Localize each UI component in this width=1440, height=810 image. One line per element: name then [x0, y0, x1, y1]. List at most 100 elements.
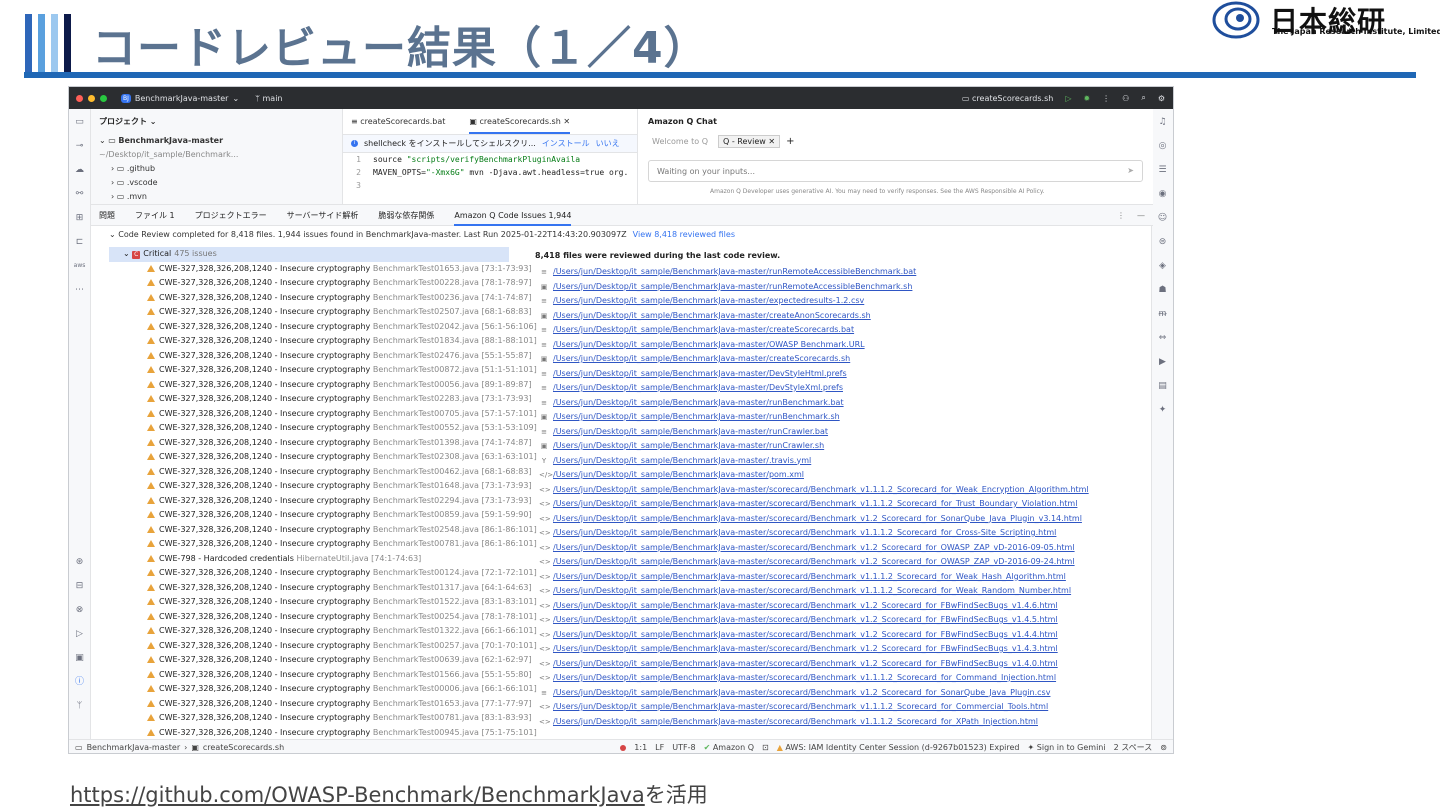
run-tool-icon[interactable]: ▷ — [74, 629, 86, 639]
file-path-link[interactable]: /Users/jun/Desktop/it_sample/BenchmarkJa… — [553, 265, 916, 280]
zoom-window-button[interactable] — [100, 94, 107, 102]
cloud-icon[interactable]: ☁ — [74, 165, 86, 175]
chat-tab-welcome[interactable]: Welcome to Q — [648, 136, 712, 147]
issue-row[interactable]: CWE-327,328,326,208,1240 - Insecure cryp… — [109, 349, 539, 364]
critical-group[interactable]: ⌄ C Critical 475 issues — [109, 247, 509, 262]
file-path-link[interactable]: /Users/jun/Desktop/it_sample/BenchmarkJa… — [553, 367, 847, 382]
run-icon[interactable]: ▷ — [1065, 94, 1071, 103]
problems-icon[interactable]: ⓘ — [74, 677, 86, 687]
collapse-icon[interactable]: ⌄ — [109, 230, 118, 239]
file-row[interactable]: <>/Users/jun/Desktop/it_sample/Benchmark… — [535, 570, 1149, 585]
file-row[interactable]: <>/Users/jun/Desktop/it_sample/Benchmark… — [535, 700, 1149, 715]
issue-row[interactable]: CWE-327,328,326,208,1240 - Insecure cryp… — [109, 624, 539, 639]
commit-icon[interactable]: ⊸ — [74, 141, 86, 151]
file-path-link[interactable]: /Users/jun/Desktop/it_sample/BenchmarkJa… — [553, 439, 824, 454]
file-path-link[interactable]: /Users/jun/Desktop/it_sample/BenchmarkJa… — [553, 541, 1075, 556]
layers-icon[interactable]: ◈ — [1157, 261, 1169, 271]
tree-item-root[interactable]: ⌄ ▭ BenchmarkJava-master ~/Desktop/it_sa… — [99, 134, 342, 162]
issue-row[interactable]: CWE-327,328,326,208,1240 - Insecure cryp… — [109, 639, 539, 654]
issue-row[interactable]: CWE-327,328,326,208,1240 - Insecure cryp… — [109, 363, 539, 378]
encoding[interactable]: UTF-8 — [672, 743, 695, 752]
git-icon[interactable]: ᛘ — [74, 701, 86, 711]
build-icon[interactable]: ⊟ — [74, 581, 86, 591]
settings-icon[interactable]: ⚙ — [1158, 94, 1165, 103]
code-area[interactable]: 1 source "scripts/verifyBenchmarkPluginAv… — [343, 153, 637, 192]
file-path-link[interactable]: /Users/jun/Desktop/it_sample/BenchmarkJa… — [553, 628, 1058, 643]
issue-row[interactable]: CWE-327,328,326,208,1240 - Insecure cryp… — [109, 479, 539, 494]
plugins-icon[interactable]: ⊛ — [74, 557, 86, 567]
editor-tab-active[interactable]: ▣ createScorecards.sh ✕ — [469, 117, 571, 134]
file-row[interactable]: <>/Users/jun/Desktop/it_sample/Benchmark… — [535, 555, 1149, 570]
breadcrumb-root[interactable]: BenchmarkJava-master — [87, 743, 181, 752]
file-row[interactable]: ▣ /Users/jun/Desktop/it_sample/BenchmarkJ… — [535, 439, 1149, 454]
amazon-q-status[interactable]: ✔ Amazon Q — [704, 743, 754, 752]
more-icon[interactable]: ⋮ — [1102, 94, 1110, 103]
file-row[interactable]: </>/Users/jun/Desktop/it_sample/Benchmar… — [535, 468, 1149, 483]
issue-row[interactable]: CWE-798 - Hardcoded credentials Hibernat… — [109, 552, 539, 567]
issue-row[interactable]: CWE-327,328,326,208,1240 - Insecure cryp… — [109, 653, 539, 668]
issue-row[interactable]: CWE-327,328,326,208,1240 - Insecure cryp… — [109, 392, 539, 407]
file-row[interactable]: ≡ /Users/jun/Desktop/it_sample/BenchmarkJ… — [535, 396, 1149, 411]
issue-row[interactable]: CWE-327,328,326,208,1240 - Insecure cryp… — [109, 291, 539, 306]
file-path-link[interactable]: /Users/jun/Desktop/it_sample/BenchmarkJa… — [553, 700, 1048, 715]
hierarchy-icon[interactable]: ⊏ — [74, 237, 86, 247]
issue-row[interactable]: CWE-327,328,326,208,1240 - Insecure cryp… — [109, 320, 539, 335]
aws-icon[interactable]: aws — [74, 261, 86, 271]
tab-problems[interactable]: 問題 — [99, 210, 115, 221]
services-icon[interactable]: ⚯ — [74, 189, 86, 199]
issue-row[interactable]: CWE-327,328,326,208,1240 - Insecure cryp… — [109, 494, 539, 509]
issue-row[interactable]: CWE-327,328,326,208,1240 - Insecure cryp… — [109, 537, 539, 552]
issue-row[interactable]: CWE-327,328,326,208,1240 - Insecure cryp… — [109, 581, 539, 596]
file-row[interactable]: ▣ /Users/jun/Desktop/it_sample/BenchmarkJ… — [535, 410, 1149, 425]
file-row[interactable]: ≡ /Users/jun/Desktop/it_sample/BenchmarkJ… — [535, 338, 1149, 353]
aws-status[interactable]: ▲ AWS: IAM Identity Center Session (d-92… — [777, 743, 1020, 752]
file-row[interactable]: <>/Users/jun/Desktop/it_sample/Benchmark… — [535, 512, 1149, 527]
file-path-link[interactable]: /Users/jun/Desktop/it_sample/BenchmarkJa… — [553, 396, 844, 411]
file-row[interactable]: ≡ /Users/jun/Desktop/it_sample/BenchmarkJ… — [535, 294, 1149, 309]
issue-row[interactable]: CWE-327,328,326,208,1240 - Insecure cryp… — [109, 407, 539, 422]
file-path-link[interactable]: /Users/jun/Desktop/it_sample/BenchmarkJa… — [553, 381, 843, 396]
issue-row[interactable]: CWE-327,328,326,208,1240 - Insecure cryp… — [109, 697, 539, 712]
install-link[interactable]: インストール — [542, 138, 590, 149]
close-window-button[interactable] — [76, 94, 83, 102]
file-path-link[interactable]: /Users/jun/Desktop/it_sample/BenchmarkJa… — [553, 555, 1075, 570]
file-row[interactable]: <>/Users/jun/Desktop/it_sample/Benchmark… — [535, 599, 1149, 614]
file-row[interactable]: ▣ /Users/jun/Desktop/it_sample/BenchmarkJ… — [535, 280, 1149, 295]
file-row[interactable]: ≡ /Users/jun/Desktop/it_sample/BenchmarkJ… — [535, 381, 1149, 396]
issue-row[interactable]: CWE-327,328,326,208,1240 - Insecure cryp… — [109, 262, 539, 277]
issue-row[interactable]: CWE-327,328,326,208,1240 - Insecure cryp… — [109, 378, 539, 393]
issue-row[interactable]: CWE-327,328,326,208,1240 - Insecure cryp… — [109, 711, 539, 726]
issue-row[interactable]: CWE-327,328,326,208,1240 - Insecure cryp… — [109, 305, 539, 320]
issue-row[interactable]: CWE-327,328,326,208,1240 - Insecure cryp… — [109, 508, 539, 523]
issue-row[interactable]: CWE-327,328,326,208,1240 - Insecure cryp… — [109, 276, 539, 291]
file-path-link[interactable]: /Users/jun/Desktop/it_sample/BenchmarkJa… — [553, 468, 804, 483]
issue-row[interactable]: CWE-327,328,326,208,1240 - Insecure cryp… — [109, 726, 539, 740]
amazon-q-icon[interactable]: ◉ — [1157, 189, 1169, 199]
file-path-link[interactable]: /Users/jun/Desktop/it_sample/BenchmarkJa… — [553, 323, 854, 338]
issue-row[interactable]: CWE-327,328,326,208,1240 - Insecure cryp… — [109, 566, 539, 581]
tree-item[interactable]: › ▭ .mvn — [99, 190, 342, 204]
file-row[interactable]: ▣ /Users/jun/Desktop/it_sample/BenchmarkJ… — [535, 309, 1149, 324]
issue-row[interactable]: CWE-327,328,326,208,1240 - Insecure cryp… — [109, 523, 539, 538]
tab-file[interactable]: ファイル 1 — [135, 210, 175, 221]
database-icon[interactable]: ⊜ — [1157, 237, 1169, 247]
search-icon[interactable]: ⌕ — [1141, 93, 1145, 103]
file-path-link[interactable]: /Users/jun/Desktop/it_sample/BenchmarkJa… — [553, 280, 912, 295]
copilot-icon[interactable]: ☺ — [1157, 213, 1169, 223]
issue-row[interactable]: CWE-327,328,326,208,1240 - Insecure cryp… — [109, 610, 539, 625]
more-tools-icon[interactable]: ⋯ — [74, 285, 86, 295]
file-row[interactable]: <>/Users/jun/Desktop/it_sample/Benchmark… — [535, 628, 1149, 643]
file-path-link[interactable]: /Users/jun/Desktop/it_sample/BenchmarkJa… — [553, 686, 1050, 701]
file-row[interactable]: <>/Users/jun/Desktop/it_sample/Benchmark… — [535, 642, 1149, 657]
sparkle-icon[interactable]: ✦ — [1157, 405, 1169, 415]
chat-input[interactable]: Waiting on your inputs... ➤ — [648, 160, 1143, 182]
debug-icon[interactable]: ✹ — [1083, 94, 1090, 103]
tab-vulnerable-deps[interactable]: 脆弱な依存関係 — [378, 210, 434, 221]
file-path-link[interactable]: /Users/jun/Desktop/it_sample/BenchmarkJa… — [553, 642, 1058, 657]
file-path-link[interactable]: /Users/jun/Desktop/it_sample/BenchmarkJa… — [553, 497, 1077, 512]
file-row[interactable]: <>/Users/jun/Desktop/it_sample/Benchmark… — [535, 584, 1149, 599]
readonly-icon[interactable]: ⊚ — [1160, 743, 1167, 752]
file-path-link[interactable]: /Users/jun/Desktop/it_sample/BenchmarkJa… — [553, 338, 865, 353]
tab-amazon-q-issues[interactable]: Amazon Q Code Issues 1,944 — [454, 211, 572, 226]
tree-item[interactable]: › ▭ .github — [99, 162, 342, 176]
